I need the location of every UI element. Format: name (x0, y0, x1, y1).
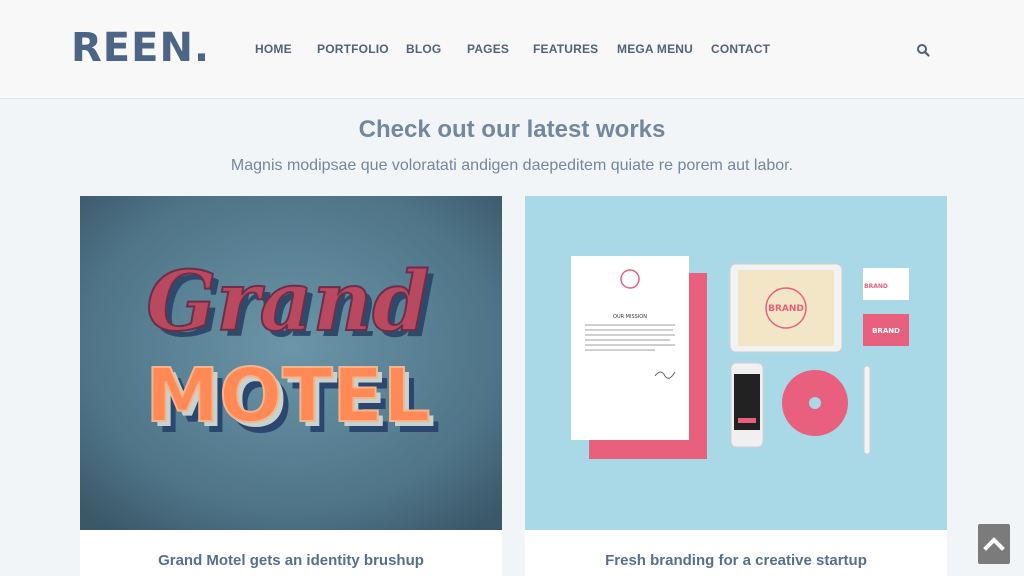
tablet-brand-text: BRAND (768, 304, 804, 314)
work-card-branding[interactable]: OUR MISSION BRAND BRAND BRAND Fresh bran… (525, 196, 947, 576)
top-navbar: REEN. HOME PORTFOLIO BLOG PAGES FEATURES… (0, 0, 1024, 99)
work-thumbnail-branding[interactable]: OUR MISSION BRAND BRAND BRAND (525, 196, 947, 530)
nav-features[interactable]: FEATURES (533, 42, 598, 56)
nav-contact[interactable]: CONTACT (711, 42, 770, 56)
grand-script-text: Grand (146, 254, 429, 350)
letterhead-heading: OUR MISSION (613, 314, 647, 320)
nav-home[interactable]: HOME (255, 42, 292, 56)
motel-block-text: MOTEL (146, 353, 431, 439)
work-title[interactable]: Fresh branding for a creative startup (525, 552, 947, 569)
nav-mega-menu[interactable]: MEGA MENU (617, 42, 693, 56)
section-title: Check out our latest works (358, 116, 666, 143)
chevron-up-icon (983, 537, 1005, 551)
svg-text:BRAND: BRAND (872, 327, 900, 335)
nav-portfolio[interactable]: PORTFOLIO (317, 42, 389, 56)
section-subtitle: Magnis modipsae que voloratati andigen d… (230, 157, 794, 174)
work-card-grand-motel[interactable]: Grand Grand MOTEL MOTEL MOTEL Grand Mote… (80, 196, 502, 576)
brand-logo[interactable]: REEN. (71, 27, 210, 69)
nav-pages[interactable]: PAGES (467, 42, 509, 56)
scroll-to-top-button[interactable] (978, 524, 1010, 564)
svg-text:BRAND: BRAND (864, 283, 888, 290)
grand-motel-artwork: Grand Grand MOTEL MOTEL MOTEL (80, 196, 502, 530)
branding-mockup-artwork: OUR MISSION BRAND BRAND BRAND (525, 196, 947, 530)
work-title[interactable]: Grand Motel gets an identity brushup (80, 552, 502, 569)
nav-blog[interactable]: BLOG (406, 42, 441, 56)
search-icon[interactable] (916, 43, 930, 57)
work-thumbnail-grand-motel[interactable]: Grand Grand MOTEL MOTEL MOTEL (80, 196, 502, 530)
